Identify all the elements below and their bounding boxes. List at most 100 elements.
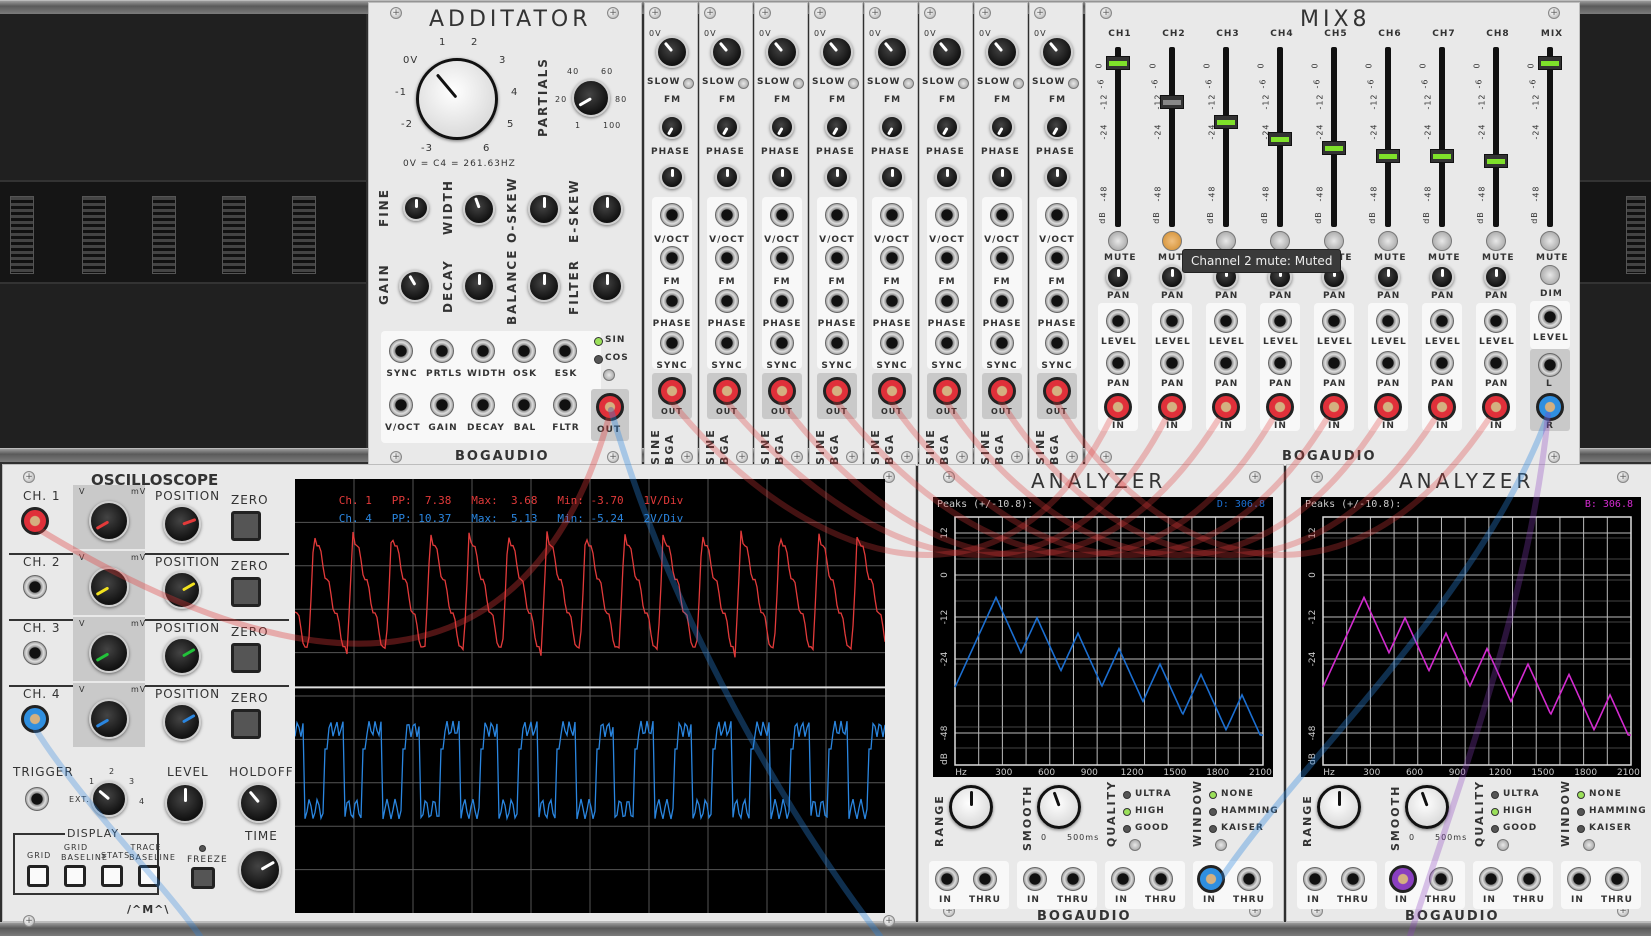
ch3-scale-knob[interactable] [89,633,129,673]
ch2-scale-knob[interactable] [89,567,129,607]
level-fader[interactable] [1484,154,1508,169]
frequency-knob[interactable] [416,58,498,140]
freeze-button[interactable] [191,867,215,889]
fm-knob[interactable] [660,115,684,139]
grid-baseline-toggle[interactable] [64,865,86,887]
ch4-position-knob[interactable] [163,703,201,741]
sine-phase-jack[interactable] [770,289,794,313]
sine-sync-jack[interactable] [825,331,849,355]
level-fader[interactable] [1376,149,1400,163]
additator-jack-voct-2[interactable] [389,393,413,417]
sine-frequency-knob[interactable] [1041,36,1073,68]
slow-button[interactable] [903,78,914,89]
trigger-input-jack[interactable] [25,787,49,811]
additator-jack-esk-1[interactable] [553,339,577,363]
ch1-scale-knob[interactable] [89,501,129,541]
trigger-source-knob[interactable] [91,781,127,817]
additator-jack-bal-2[interactable] [512,393,536,417]
analyzer-input-jack[interactable] [935,867,959,891]
sine-sync-jack[interactable] [1045,331,1069,355]
mute-button[interactable] [1216,231,1236,251]
pan-cv-jack[interactable] [1322,351,1346,375]
sine-sync-jack[interactable] [770,331,794,355]
stats-toggle[interactable] [101,865,123,887]
level-cv-jack[interactable] [1322,309,1346,333]
channel-input-plug[interactable] [1374,393,1402,421]
balance-knob[interactable] [528,270,560,302]
pan-cv-jack[interactable] [1430,351,1454,375]
level-cv-jack[interactable] [1160,309,1184,333]
sine-out-plug[interactable] [713,377,741,405]
slow-button[interactable] [1013,78,1024,89]
fm-knob[interactable] [935,115,959,139]
width-knob[interactable] [463,193,495,225]
range-knob[interactable] [1317,785,1361,829]
phase-knob[interactable] [770,165,794,189]
phase-knob[interactable] [935,165,959,189]
sine-fm-jack[interactable] [715,246,739,270]
level-fader[interactable] [1538,55,1562,70]
wave-toggle-button[interactable] [603,369,615,381]
channel-input-plug[interactable] [1428,393,1456,421]
sine-frequency-knob[interactable] [821,36,853,68]
trigger-level-knob[interactable] [165,783,205,823]
ch3-position-knob[interactable] [163,637,201,675]
pan-knob[interactable] [1376,265,1400,289]
grid-toggle[interactable] [27,865,49,887]
sine-phase-jack[interactable] [990,289,1014,313]
analyzer-thru-jack[interactable] [1605,867,1629,891]
trace-baseline-toggle[interactable] [138,865,160,887]
sine-phase-jack[interactable] [715,289,739,313]
level-fader[interactable] [1214,115,1238,129]
mute-button[interactable] [1270,231,1290,251]
level-cv-jack[interactable] [1430,309,1454,333]
phase-knob[interactable] [990,165,1014,189]
ch2-zero-button[interactable] [231,577,261,607]
sine-out-plug[interactable] [988,377,1016,405]
additator-jack-prtls-1[interactable] [430,339,454,363]
phase-knob[interactable] [660,165,684,189]
gain-knob[interactable] [399,270,431,302]
sine-frequency-knob[interactable] [711,36,743,68]
sine-phase-jack[interactable] [1045,289,1069,313]
slow-button[interactable] [1068,78,1079,89]
phase-knob[interactable] [880,165,904,189]
sine-voct-jack[interactable] [935,203,959,227]
level-cv-jack[interactable] [1484,309,1508,333]
analyzer-thru-jack[interactable] [1061,867,1085,891]
pan-cv-jack[interactable] [1160,351,1184,375]
quality-button[interactable] [1497,839,1509,851]
level-fader[interactable] [1160,94,1184,109]
sine-frequency-knob[interactable] [931,36,963,68]
level-cv-jack[interactable] [1376,309,1400,333]
ch2-input-jack[interactable] [23,575,47,599]
pan-knob[interactable] [1106,265,1130,289]
sine-frequency-knob[interactable] [656,36,688,68]
analyzer-thru-jack[interactable] [1149,867,1173,891]
window-button[interactable] [1215,839,1227,851]
additator-jack-decay-2[interactable] [471,393,495,417]
mute-button[interactable] [1378,231,1398,251]
dim-button[interactable] [1540,265,1560,285]
fm-knob[interactable] [990,115,1014,139]
sine-voct-jack[interactable] [990,203,1014,227]
fm-knob[interactable] [880,115,904,139]
channel-input-plug[interactable] [1212,393,1240,421]
slow-button[interactable] [683,78,694,89]
o-skew-knob[interactable] [528,193,560,225]
sine-voct-jack[interactable] [660,203,684,227]
additator-out-plug[interactable] [596,393,624,421]
pan-cv-jack[interactable] [1214,351,1238,375]
level-cv-jack[interactable] [1214,309,1238,333]
analyzer-thru-jack[interactable] [1341,867,1365,891]
sine-phase-jack[interactable] [825,289,849,313]
sine-fm-jack[interactable] [660,246,684,270]
sine-fm-jack[interactable] [825,246,849,270]
mix-out-l-jack[interactable] [1538,353,1562,377]
fm-knob[interactable] [825,115,849,139]
slow-button[interactable] [738,78,749,89]
additator-jack-osk-1[interactable] [512,339,536,363]
sine-voct-jack[interactable] [825,203,849,227]
analyzer-input-jack[interactable] [1479,867,1503,891]
sine-frequency-knob[interactable] [766,36,798,68]
